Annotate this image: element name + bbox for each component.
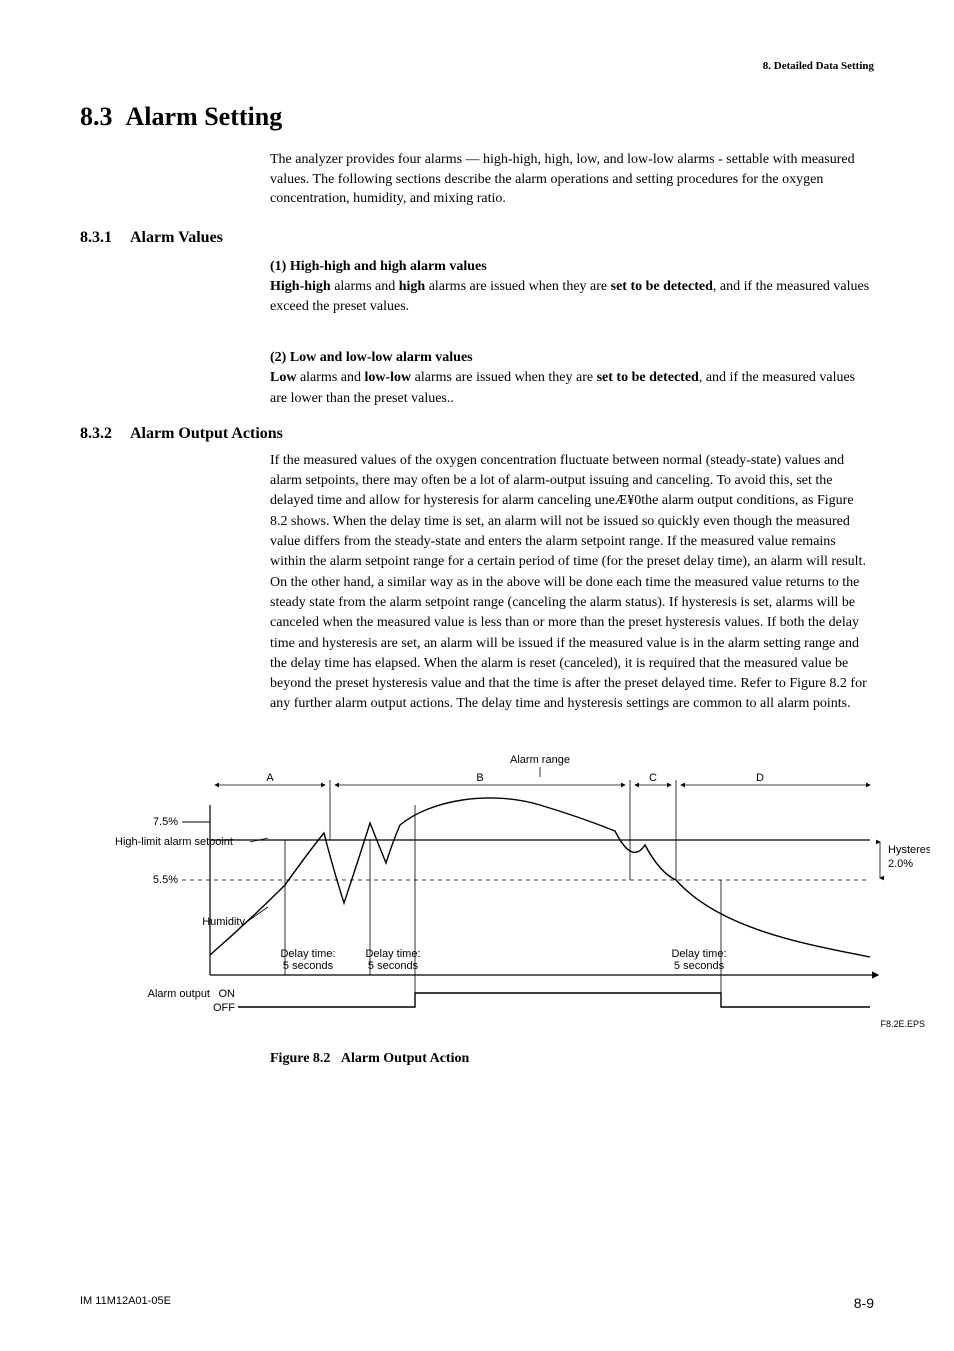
seg-b: B xyxy=(476,772,483,784)
running-header: 8. Detailed Data Setting xyxy=(80,60,874,72)
subsection-2: 8.3.2 Alarm Output Actions xyxy=(80,425,874,443)
p1-b: high xyxy=(399,279,425,294)
figure-file: F8.2E.EPS xyxy=(880,1019,925,1029)
p2-a: Low xyxy=(270,370,296,385)
seg-a: A xyxy=(266,772,274,784)
section-heading: Alarm Setting xyxy=(126,102,283,131)
seg-c: C xyxy=(649,772,657,784)
page-footer: IM 11M12A01-05E 8-9 xyxy=(80,1295,874,1311)
section-intro: The analyzer provides four alarms — high… xyxy=(270,150,874,209)
p2-mid2: alarms are issued when they are xyxy=(411,370,596,385)
delay3b: 5 seconds xyxy=(674,960,725,972)
p1-head: (1) High-high and high alarm values xyxy=(270,257,874,277)
hysteresis-value: 2.0% xyxy=(888,858,913,870)
seg-d: D xyxy=(756,772,764,784)
p2-b: low-low xyxy=(364,370,411,385)
setpoint-label: High-limit alarm setpoint xyxy=(115,836,233,848)
p2-head: (2) Low and low-low alarm values xyxy=(270,348,874,368)
delay3: Delay time: xyxy=(671,948,726,960)
section-title: 8.3 Alarm Setting xyxy=(80,102,874,132)
subsection-2-title: Alarm Output Actions xyxy=(130,425,283,443)
pct-high: 7.5% xyxy=(153,816,178,828)
delay1: Delay time: xyxy=(280,948,335,960)
alarm-output-label: Alarm output xyxy=(148,988,210,1000)
subsection-1-number: 8.3.1 xyxy=(80,229,130,247)
figure-8-2: Alarm range A B C D 7.5% High-limit alar… xyxy=(110,745,930,1045)
p1-mid1: alarms and xyxy=(331,279,399,294)
humidity-label: Humidity xyxy=(202,916,245,928)
figure-caption-text: Alarm Output Action xyxy=(341,1051,469,1066)
figure-caption: Figure 8.2 Alarm Output Action xyxy=(270,1051,874,1067)
alarm-range-label: Alarm range xyxy=(510,754,570,766)
delay2: Delay time: xyxy=(365,948,420,960)
hysteresis-label: Hysteresis xyxy=(888,844,930,856)
subsection-1: 8.3.1 Alarm Values xyxy=(80,229,874,247)
p1-a: High-high xyxy=(270,279,331,294)
subsection-2-body: If the measured values of the oxygen con… xyxy=(270,451,874,715)
section-number: 8.3 xyxy=(80,102,113,131)
pct-low: 5.5% xyxy=(153,874,178,886)
alarm-off: OFF xyxy=(213,1002,235,1014)
alarm-on: ON xyxy=(219,988,236,1000)
p2-c: set to be detected xyxy=(597,370,699,385)
figure-caption-label: Figure 8.2 xyxy=(270,1051,330,1066)
p1-mid2: alarms are issued when they are xyxy=(425,279,610,294)
delay1b: 5 seconds xyxy=(283,960,334,972)
footer-left: IM 11M12A01-05E xyxy=(80,1295,171,1311)
subsection-1-body: (1) High-high and high alarm values High… xyxy=(270,257,874,409)
p2-mid1: alarms and xyxy=(296,370,364,385)
subsection-1-title: Alarm Values xyxy=(130,229,223,247)
p1-c: set to be detected xyxy=(611,279,713,294)
footer-right: 8-9 xyxy=(854,1295,874,1311)
delay2b: 5 seconds xyxy=(368,960,419,972)
subsection-2-number: 8.3.2 xyxy=(80,425,130,443)
